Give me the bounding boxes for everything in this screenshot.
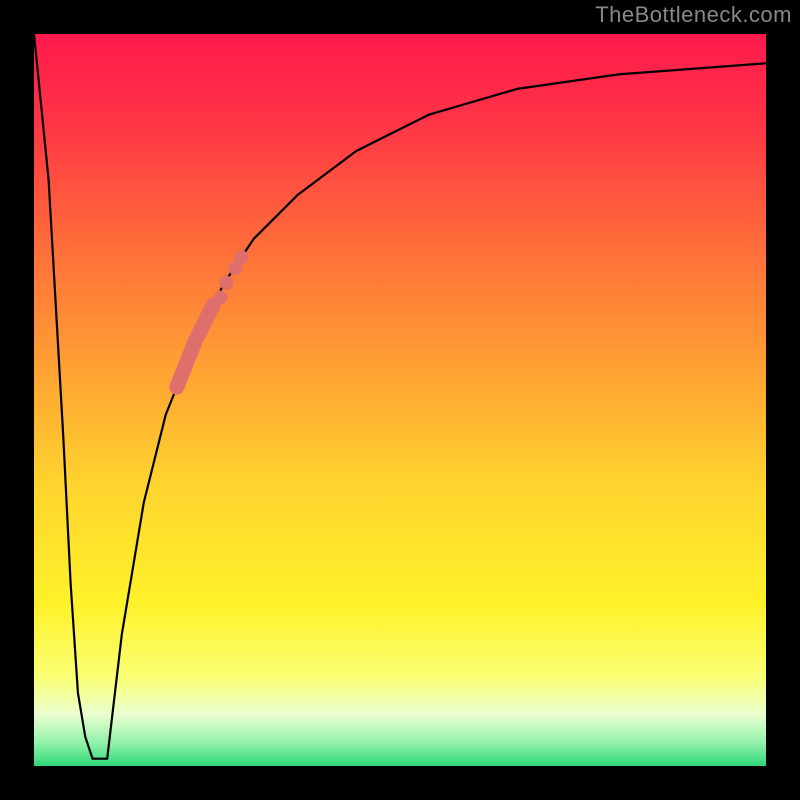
highlight-dot xyxy=(234,250,248,264)
highlight-dot xyxy=(220,276,234,290)
left-descent-curve xyxy=(34,34,93,759)
chart-stage: TheBottleneck.com xyxy=(0,0,800,800)
plot-area xyxy=(34,34,766,766)
highlight-markers xyxy=(177,250,248,387)
watermark-text: TheBottleneck.com xyxy=(595,2,792,28)
right-ascent-curve xyxy=(107,63,766,758)
highlight-band xyxy=(177,305,214,387)
chart-curves xyxy=(34,34,766,766)
highlight-dot xyxy=(214,291,228,305)
plot-frame xyxy=(30,30,770,770)
